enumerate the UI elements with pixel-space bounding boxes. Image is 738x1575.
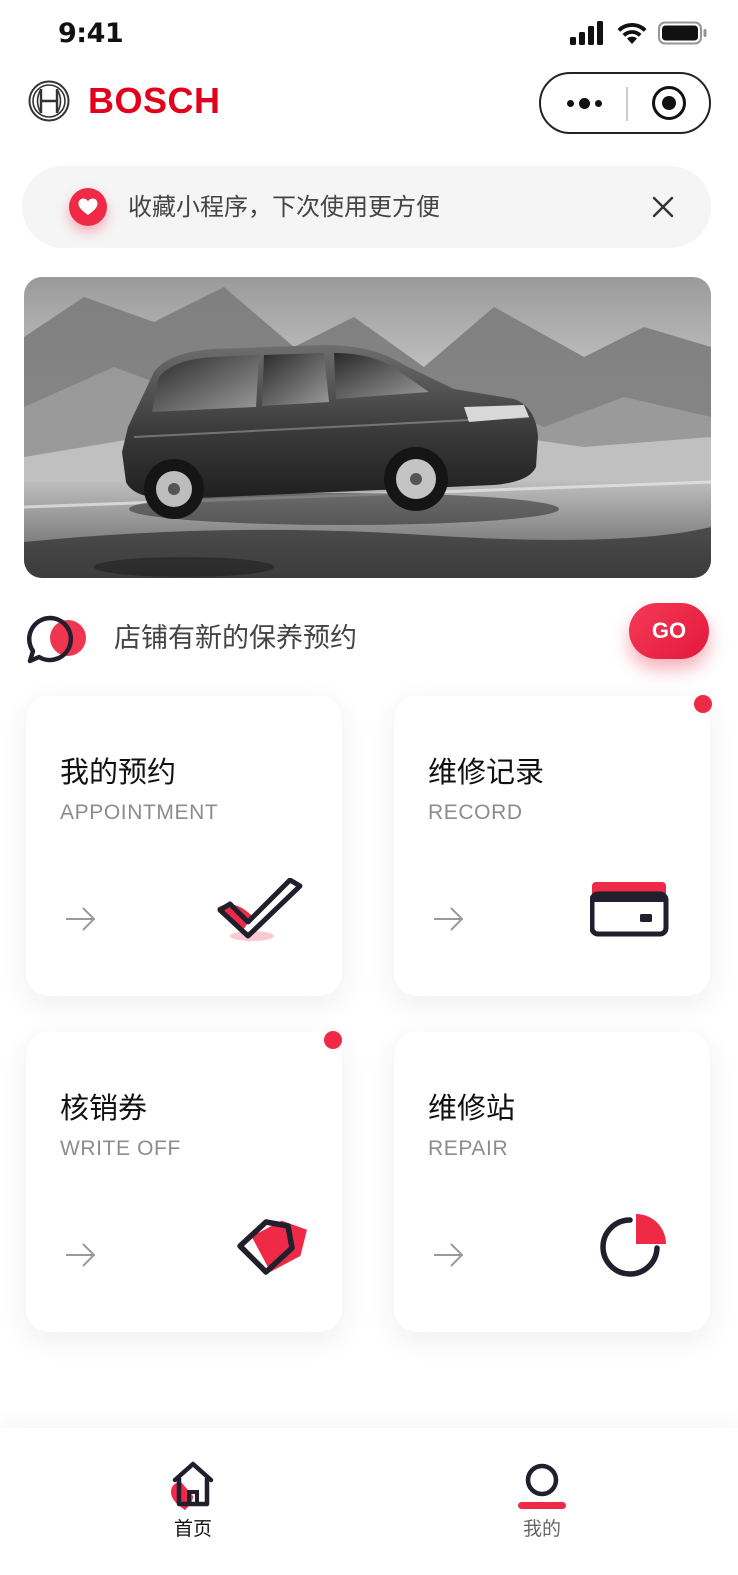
arrow-right-icon <box>66 1243 96 1267</box>
battery-icon <box>658 21 707 45</box>
tag-icon <box>237 1219 307 1275</box>
go-button[interactable]: GO <box>629 603 709 659</box>
chat-bubble-icon <box>27 615 86 664</box>
card-record[interactable]: 维修记录 RECORD <box>394 696 710 996</box>
card-subtitle: APPOINTMENT <box>60 801 219 824</box>
tab-label: 我的 <box>522 1518 561 1540</box>
notification-dot <box>694 695 712 713</box>
wifi-icon <box>617 22 647 44</box>
notification-dot <box>324 1031 342 1049</box>
arrow-right-icon <box>66 907 96 931</box>
car-banner[interactable] <box>24 277 711 578</box>
card-subtitle: REPAIR <box>428 1137 509 1160</box>
status-time: 9:41 <box>58 18 124 49</box>
card-title: 维修记录 <box>428 755 545 789</box>
card-write-off[interactable]: 核销券 WRITE OFF <box>26 1032 342 1332</box>
arrow-right-icon <box>434 907 464 931</box>
tab-mine[interactable]: 我的 <box>442 1428 642 1548</box>
tab-label: 首页 <box>173 1518 212 1540</box>
tab-bar: 首页 我的 <box>0 1428 738 1575</box>
miniprogram-capsule <box>539 72 711 134</box>
close-icon[interactable] <box>648 190 678 224</box>
new-appointment-text: 店铺有新的保养预约 <box>114 623 357 654</box>
status-bar: 9:41 <box>0 0 738 64</box>
card-subtitle: RECORD <box>428 801 523 824</box>
status-icons <box>570 20 708 46</box>
more-dots-icon[interactable] <box>541 74 627 132</box>
card-icon <box>590 882 669 937</box>
card-appointment[interactable]: 我的预约 APPOINTMENT <box>26 696 342 996</box>
favorite-notice: 收藏小程序，下次使用更方便 <box>22 166 711 248</box>
bosch-armature-icon <box>28 80 70 122</box>
card-title: 我的预约 <box>60 755 177 789</box>
arrow-right-icon <box>434 1243 464 1267</box>
brand-name: BOSCH <box>88 80 221 121</box>
car-banner-image <box>24 277 711 578</box>
check-icon <box>217 878 303 941</box>
signal-icon <box>570 21 603 45</box>
card-subtitle: WRITE OFF <box>60 1137 181 1160</box>
user-icon <box>518 1463 566 1509</box>
tab-home[interactable]: 首页 <box>93 1428 293 1548</box>
home-icon <box>171 1461 214 1510</box>
heart-icon <box>69 188 107 226</box>
card-title: 维修站 <box>428 1091 516 1125</box>
notice-text: 收藏小程序，下次使用更方便 <box>128 193 440 221</box>
pie-chart-icon <box>600 1214 666 1277</box>
close-miniprogram-icon[interactable] <box>627 74 711 132</box>
card-title: 核销券 <box>60 1091 148 1125</box>
card-repair[interactable]: 维修站 REPAIR <box>394 1032 710 1332</box>
